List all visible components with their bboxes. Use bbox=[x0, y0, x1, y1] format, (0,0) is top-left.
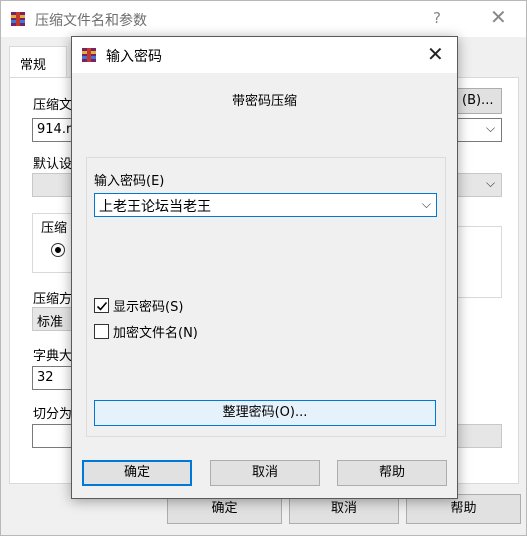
winrar-app-icon bbox=[82, 48, 96, 62]
archive-name-label: 压缩文 bbox=[33, 98, 73, 113]
close-icon[interactable]: ✕ bbox=[427, 44, 444, 64]
default-profile-label: 默认设 bbox=[33, 157, 73, 172]
show-password-checkbox-row[interactable]: 显示密码(S) bbox=[94, 296, 184, 315]
password-label: 输入密码(E) bbox=[94, 174, 165, 189]
help-button[interactable]: 帮助 bbox=[337, 460, 447, 486]
encrypt-filenames-checkbox[interactable] bbox=[94, 323, 109, 339]
background-window-title: 压缩文件名和参数 bbox=[35, 13, 147, 29]
archive-name-combo-right[interactable] bbox=[457, 118, 502, 142]
background-close-icon[interactable]: ✕ bbox=[490, 7, 507, 27]
dialog-titlebar: 输入密码 ✕ bbox=[72, 37, 457, 73]
dialog-title: 输入密码 bbox=[106, 49, 162, 65]
chevron-down-icon: ⌵ bbox=[486, 176, 496, 190]
tab-general[interactable]: 常规 bbox=[9, 46, 67, 78]
chevron-down-icon: ⌵ bbox=[486, 121, 496, 135]
right-group bbox=[457, 226, 502, 298]
background-titlebar: 压缩文件名和参数 ? ✕ bbox=[1, 1, 526, 37]
cancel-button[interactable]: 取消 bbox=[210, 460, 320, 486]
organize-passwords-button[interactable]: 整理密码(O)... bbox=[94, 400, 436, 426]
show-password-checkbox[interactable] bbox=[94, 297, 109, 313]
password-dialog: 输入密码 ✕ 带密码压缩 输入密码(E) 上老王论坛当老王 ⌵ 显示密码(S) … bbox=[71, 36, 458, 499]
chevron-down-icon[interactable]: ⌵ bbox=[422, 197, 431, 212]
compress-format-label: 压缩 bbox=[41, 217, 68, 236]
show-password-label: 显示密码(S) bbox=[113, 299, 184, 315]
encrypt-filenames-label: 加密文件名(N) bbox=[113, 325, 198, 341]
winrar-app-icon bbox=[11, 12, 25, 26]
dialog-subtitle: 带密码压缩 bbox=[231, 94, 297, 109]
password-input[interactable]: 上老王论坛当老王 ⌵ bbox=[94, 193, 437, 217]
browse-button[interactable]: (B)... bbox=[457, 88, 502, 114]
help-icon[interactable]: ? bbox=[433, 9, 441, 27]
split-label: 切分为 bbox=[33, 407, 73, 422]
profile-combo-right[interactable] bbox=[457, 173, 502, 197]
format-radio[interactable] bbox=[51, 243, 65, 257]
split-combo-right[interactable] bbox=[457, 424, 502, 448]
ok-button[interactable]: 确定 bbox=[82, 460, 192, 486]
dictionary-label: 字典大 bbox=[33, 349, 73, 364]
password-value: 上老王论坛当老王 bbox=[99, 199, 211, 215]
compress-method-label: 压缩方 bbox=[33, 292, 73, 307]
encrypt-filenames-checkbox-row[interactable]: 加密文件名(N) bbox=[94, 322, 198, 341]
checkmark-icon bbox=[96, 301, 108, 311]
